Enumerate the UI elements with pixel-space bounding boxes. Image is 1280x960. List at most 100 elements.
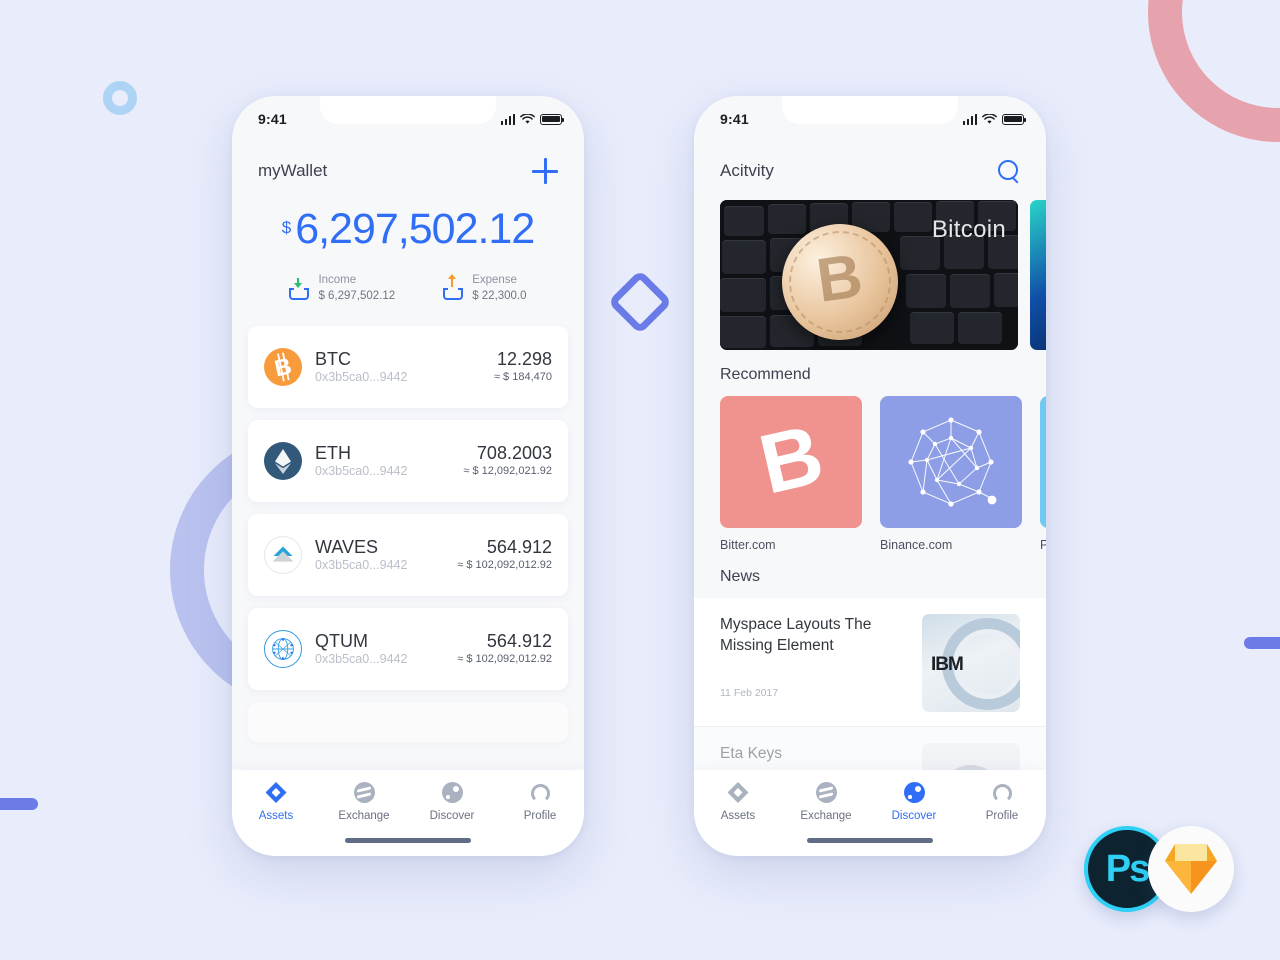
coin-address: 0x3b5ca0...9442 bbox=[315, 558, 408, 573]
tab-assets[interactable]: Assets bbox=[694, 782, 782, 856]
list-item[interactable]: Eta Keys bbox=[694, 727, 1046, 770]
bitcoin-b-icon: B bbox=[750, 406, 832, 512]
tab-label: Exchange bbox=[800, 810, 852, 822]
status-icons bbox=[962, 113, 1027, 125]
asset-list[interactable]: B BTC 0x3b5ca0...9442 12.298 ≈ $ 184,470 bbox=[232, 308, 584, 770]
expense-label: Expense bbox=[472, 274, 517, 286]
wifi-icon bbox=[520, 113, 535, 124]
page-title: myWallet bbox=[258, 161, 328, 180]
discover-header: Acitvity bbox=[694, 142, 1046, 200]
discover-circle-icon bbox=[441, 782, 463, 803]
list-item[interactable]: B Bitter.com bbox=[720, 396, 862, 552]
news-title: Myspace Layouts The Missing Element bbox=[720, 616, 872, 655]
lightblue-ring-decoration bbox=[103, 81, 137, 115]
tab-label: Discover bbox=[891, 810, 937, 822]
waves-coin-icon bbox=[264, 536, 302, 575]
phone-mockup-wallet: 9:41 myWallet $ 6,297,502.12 Income $ 6,… bbox=[232, 96, 584, 856]
recommend-name: Polone bbox=[1040, 538, 1046, 552]
tab-label: Profile bbox=[985, 810, 1019, 822]
poloniex-tile[interactable] bbox=[1040, 396, 1046, 528]
table-row[interactable]: WAVES 0x3b5ca0...9442 564.912 ≈ $ 102,09… bbox=[248, 514, 568, 597]
table-row[interactable]: B BTC 0x3b5ca0...9442 12.298 ≈ $ 184,470 bbox=[248, 326, 568, 409]
discover-circle-icon bbox=[903, 782, 925, 803]
table-row-partial[interactable] bbox=[248, 702, 568, 743]
tab-label: Discover bbox=[429, 810, 475, 822]
balance-amount: 6,297,502.12 bbox=[295, 205, 535, 253]
status-time: 9:41 bbox=[720, 111, 749, 127]
news-list[interactable]: Myspace Layouts The Missing Element 11 F… bbox=[694, 598, 1046, 770]
coin-address: 0x3b5ca0...9442 bbox=[315, 370, 408, 385]
exchange-waves-icon bbox=[815, 782, 837, 803]
diamond-outline-decoration bbox=[607, 269, 673, 335]
upload-tray-icon bbox=[443, 273, 464, 300]
list-item[interactable]: Binance.com bbox=[880, 396, 1022, 552]
btc-coin-icon: B bbox=[264, 348, 302, 387]
binance-tile[interactable] bbox=[880, 396, 1022, 528]
sketch-diamond-icon bbox=[1165, 844, 1217, 894]
tab-label: Exchange bbox=[338, 810, 390, 822]
tab-label: Assets bbox=[258, 810, 294, 822]
bitter-tile[interactable]: B bbox=[720, 396, 862, 528]
recommend-heading: Recommend bbox=[720, 366, 811, 383]
tab-discover[interactable]: Discover bbox=[870, 782, 958, 856]
tab-label: Assets bbox=[720, 810, 756, 822]
news-date: 11 Feb 2017 bbox=[720, 686, 779, 699]
pink-ring-decoration bbox=[1148, 0, 1280, 142]
banner-bitcoin[interactable]: B Bitcoin bbox=[720, 200, 1018, 350]
news-thumbnail bbox=[922, 743, 1020, 770]
bottom-tab-bar[interactable]: Assets Exchange Discover Profile bbox=[232, 770, 584, 856]
tab-profile[interactable]: Profile bbox=[958, 782, 1046, 856]
wallet-header: myWallet bbox=[232, 142, 584, 200]
bottom-tab-bar[interactable]: Assets Exchange Discover Profile bbox=[694, 770, 1046, 856]
tab-exchange[interactable]: Exchange bbox=[782, 782, 870, 856]
recommend-row[interactable]: B Bitter.com Binance.com P bbox=[694, 396, 1046, 552]
coin-amount: 12.298 bbox=[496, 348, 552, 369]
list-item[interactable]: Myspace Layouts The Missing Element 11 F… bbox=[694, 598, 1046, 727]
tab-assets[interactable]: Assets bbox=[232, 782, 320, 856]
coin-amount: 564.912 bbox=[486, 536, 552, 557]
income-label: Income bbox=[318, 274, 357, 286]
coin-fiat-value: ≈ $ 12,092,021.92 bbox=[463, 465, 552, 478]
exchange-waves-icon bbox=[353, 782, 375, 803]
coin-symbol: QTUM bbox=[315, 630, 368, 651]
coin-symbol: BTC bbox=[315, 348, 351, 369]
home-indicator[interactable] bbox=[345, 838, 471, 843]
wallet-screen: 9:41 myWallet $ 6,297,502.12 Income $ 6,… bbox=[232, 96, 584, 856]
assets-diamond-icon bbox=[265, 782, 287, 803]
sketch-logo bbox=[1148, 826, 1234, 912]
tab-label: Profile bbox=[523, 810, 557, 822]
tab-profile[interactable]: Profile bbox=[496, 782, 584, 856]
home-indicator[interactable] bbox=[807, 838, 933, 843]
table-row[interactable]: ETH 0x3b5ca0...9442 708.2003 ≈ $ 12,092,… bbox=[248, 420, 568, 503]
search-icon[interactable] bbox=[998, 160, 1020, 182]
wifi-icon bbox=[982, 113, 997, 124]
profile-person-icon bbox=[530, 784, 550, 803]
status-icons bbox=[500, 113, 565, 125]
page-title: Acitvity bbox=[720, 161, 774, 180]
news-title: Eta Keys bbox=[720, 745, 783, 762]
tab-discover[interactable]: Discover bbox=[408, 782, 496, 856]
income-value: $ 6,297,502.12 bbox=[318, 289, 396, 302]
coin-fiat-value: ≈ $ 102,092,012.92 bbox=[457, 559, 552, 572]
coin-fiat-value: ≈ $ 102,092,012.92 bbox=[457, 653, 552, 666]
banner-caption: Bitcoin bbox=[931, 216, 1006, 243]
profile-person-icon bbox=[992, 784, 1012, 803]
banner-next-partial[interactable] bbox=[1030, 200, 1046, 350]
discover-body: B Bitcoin Recommend B Bitter.com Binance… bbox=[694, 200, 1046, 770]
battery-full-icon bbox=[540, 113, 565, 125]
list-item[interactable]: Polone bbox=[1040, 396, 1046, 552]
discover-screen: 9:41 Acitvity B Bitcoin Recommend B Bitt… bbox=[694, 96, 1046, 856]
news-thumbnail: IBM bbox=[922, 614, 1020, 712]
balance-block: $ 6,297,502.12 Income $ 6,297,502.12 Exp… bbox=[232, 200, 584, 308]
plus-icon[interactable] bbox=[532, 158, 558, 184]
coin-amount: 564.912 bbox=[486, 630, 552, 651]
right-bar-decoration bbox=[1244, 637, 1280, 649]
income-summary: Income $ 6,297,502.12 bbox=[289, 273, 395, 304]
coin-symbol: ETH bbox=[315, 442, 351, 463]
banner-carousel[interactable]: B Bitcoin bbox=[694, 200, 1046, 350]
table-row[interactable]: QTUM 0x3b5ca0...9442 564.912 ≈ $ 102,092… bbox=[248, 608, 568, 691]
income-expense-row: Income $ 6,297,502.12 Expense $ 22,300.0 bbox=[232, 273, 584, 304]
tab-exchange[interactable]: Exchange bbox=[320, 782, 408, 856]
news-heading: News bbox=[720, 568, 761, 585]
eth-coin-icon bbox=[264, 442, 302, 481]
